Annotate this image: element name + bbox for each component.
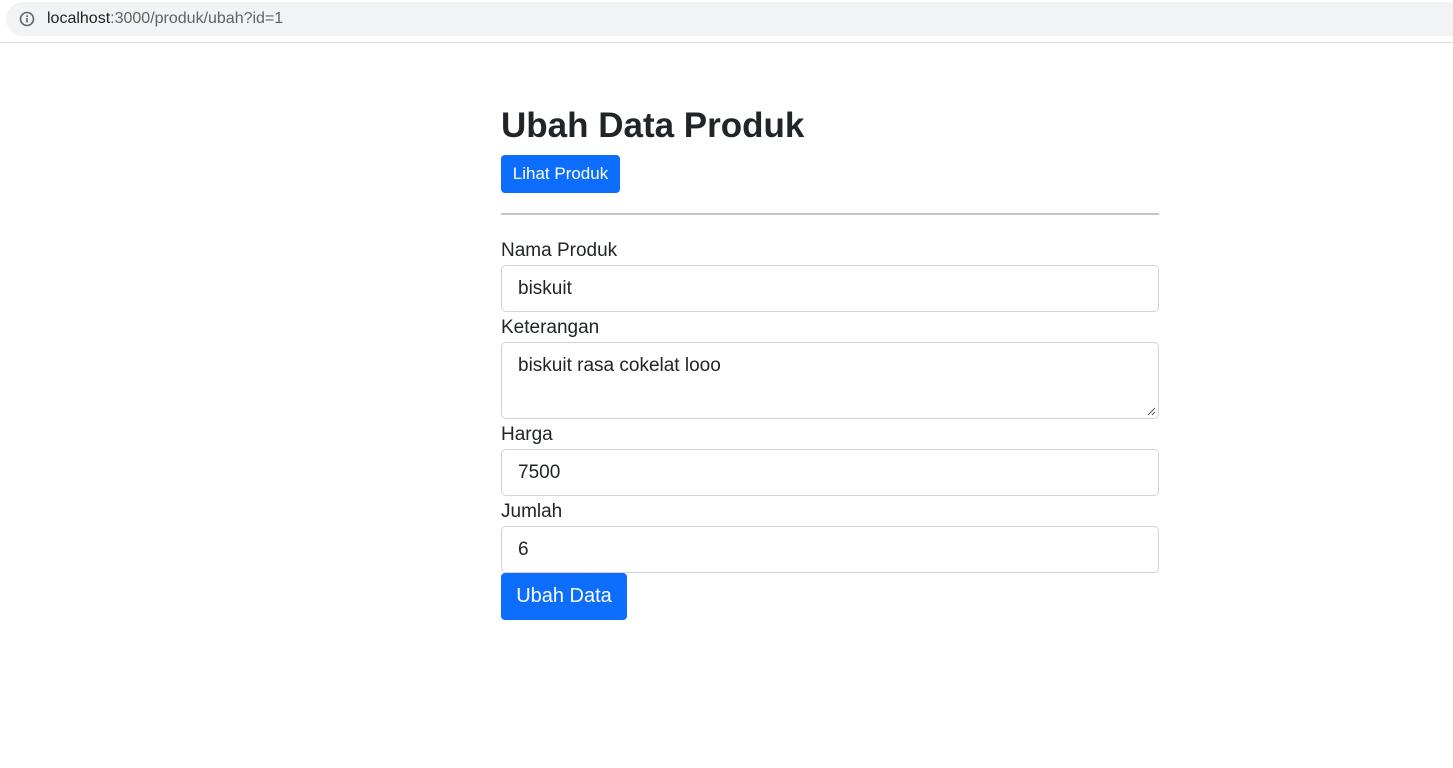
address-url[interactable]: localhost:3000/produk/ubah?id=1 [47, 9, 283, 29]
url-path: :3000/produk/ubah?id=1 [110, 10, 284, 27]
quantity-input[interactable]: 6 [501, 526, 1159, 573]
description-value: biskuit rasa cokelat looo [518, 355, 721, 376]
view-products-button[interactable]: Lihat Produk [501, 155, 620, 193]
product-name-value: biskuit [518, 278, 572, 299]
price-input[interactable]: 7500 [501, 449, 1159, 496]
submit-button[interactable]: Ubah Data [501, 573, 627, 620]
page-title: Ubah Data Produk [501, 106, 805, 145]
description-label: Keterangan [501, 317, 600, 338]
price-label: Harga [501, 424, 553, 445]
info-icon[interactable] [19, 11, 35, 27]
product-name-label: Nama Produk [501, 240, 618, 261]
description-textarea[interactable]: biskuit rasa cokelat looo [501, 342, 1159, 419]
quantity-label: Jumlah [501, 501, 563, 522]
product-name-input[interactable]: biskuit [501, 265, 1159, 312]
price-value: 7500 [518, 462, 561, 483]
url-host: localhost [47, 10, 111, 27]
resize-grip-icon[interactable] [1146, 406, 1156, 416]
quantity-value: 6 [518, 539, 529, 560]
browser-toolbar: localhost:3000/produk/ubah?id=1 [0, 0, 1453, 43]
divider [501, 213, 1159, 215]
